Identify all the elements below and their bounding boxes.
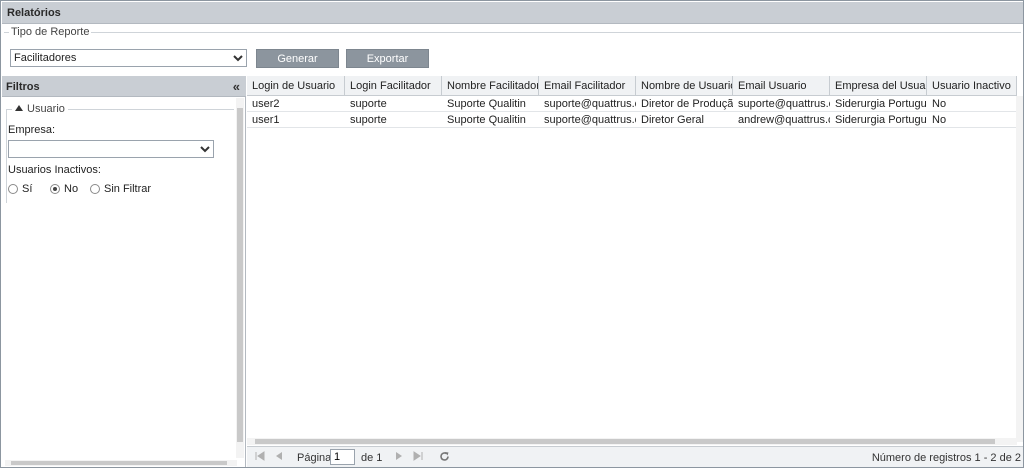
pager: Página de 1 Número de registros 1 - 2 de… (247, 446, 1023, 467)
report-type-value: Facilitadores (14, 52, 77, 64)
column-header[interactable]: Nombre Facilitador (442, 76, 539, 96)
radio-no-label: No (64, 183, 79, 195)
column-header[interactable]: Usuario Inactivo (927, 76, 1017, 96)
scrollbar-thumb[interactable] (237, 108, 243, 442)
column-header[interactable]: Login Facilitador (345, 76, 442, 96)
group-border (6, 109, 7, 203)
collapse-icon[interactable]: « (233, 79, 240, 94)
column-header[interactable]: Nombre de Usuario (636, 76, 733, 96)
table-cell: Suporte Qualitin (447, 98, 526, 110)
table-cell: suporte@quattrus.c... (544, 114, 636, 126)
table-cell: suporte (350, 114, 387, 126)
last-page-icon[interactable] (413, 451, 423, 464)
radio-no[interactable]: No (50, 183, 78, 195)
page-count-label: de 1 (361, 452, 383, 464)
next-page-icon[interactable] (395, 451, 403, 464)
column-header[interactable]: Login de Usuario (247, 76, 345, 96)
radio-sin-filtrar-label: Sin Filtrar (104, 183, 152, 195)
report-window: Relatórios Tipo de Reporte Facilitadores… (0, 0, 1024, 468)
radio-si[interactable]: Sí (8, 183, 32, 195)
page-label: Página (297, 452, 332, 464)
first-page-icon[interactable] (255, 451, 265, 464)
table-cell: andrew@quattrus.c... (738, 114, 830, 126)
prev-page-icon[interactable] (275, 451, 283, 464)
radio-si-label: Sí (22, 183, 33, 195)
page-number-input[interactable] (330, 449, 355, 465)
column-header[interactable]: Email Facilitador (539, 76, 636, 96)
grid-vertical-scrollbar[interactable] (1016, 96, 1023, 442)
triangle-up-icon (15, 105, 23, 111)
filters-header: Filtros « (2, 76, 246, 97)
window-title: Relatórios (7, 7, 61, 19)
chevron-down-icon[interactable] (197, 141, 213, 157)
filters-panel: Filtros « Usuario Empresa: Usuarios Inac… (2, 76, 246, 467)
export-button[interactable]: Exportar (346, 49, 429, 68)
title-bar: Relatórios (2, 2, 1023, 24)
filters-horizontal-scrollbar[interactable] (5, 460, 237, 466)
table-cell: No (932, 114, 947, 126)
filters-title: Filtros (6, 81, 40, 93)
report-type-select[interactable]: Facilitadores (10, 49, 247, 67)
scrollbar-thumb[interactable] (11, 461, 227, 465)
table-cell: Diretor Geral (641, 114, 704, 126)
filters-vertical-scrollbar[interactable] (236, 98, 244, 458)
refresh-icon[interactable] (439, 451, 450, 465)
table-row[interactable]: user1 suporte Suporte Qualitin suporte@q… (247, 112, 1017, 128)
table-cell: suporte@quattrus.c... (738, 98, 830, 110)
table-cell: user1 (252, 114, 280, 126)
records-count: Número de registros 1 - 2 de 2 (871, 452, 1021, 464)
empresa-select[interactable] (8, 140, 214, 158)
empresa-label: Empresa: (8, 124, 56, 136)
table-cell: Suporte Qualitin (447, 114, 526, 126)
table-cell: Diretor de Produção (641, 98, 733, 110)
table-cell: suporte (350, 98, 387, 110)
results-grid: Login de Usuario Login Facilitador Nombr… (247, 76, 1023, 467)
table-cell: Siderurgia Português (835, 98, 927, 110)
table-cell: suporte@quattrus.c... (544, 98, 636, 110)
inactive-users-label: Usuarios Inactivos: (8, 164, 101, 176)
generate-button[interactable]: Generar (256, 49, 339, 68)
grid-header: Login de Usuario Login Facilitador Nombr… (247, 76, 1017, 96)
scrollbar-thumb[interactable] (255, 439, 995, 444)
radio-circle-icon[interactable] (50, 184, 60, 194)
usuario-group-label: Usuario (27, 103, 65, 115)
column-header[interactable]: Email Usuario (733, 76, 830, 96)
radio-circle-icon[interactable] (90, 184, 100, 194)
table-cell: Siderurgia Português (835, 114, 927, 126)
table-row[interactable]: user2 suporte Suporte Qualitin suporte@q… (247, 96, 1017, 112)
radio-circle-icon[interactable] (8, 184, 18, 194)
usuario-group-toggle[interactable]: Usuario (12, 103, 68, 115)
column-header[interactable]: Empresa del Usuario (830, 76, 927, 96)
chevron-down-icon[interactable] (230, 50, 246, 66)
table-cell: user2 (252, 98, 280, 110)
radio-sin-filtrar[interactable]: Sin Filtrar (90, 183, 151, 195)
grid-horizontal-scrollbar[interactable] (247, 438, 1017, 445)
table-cell: No (932, 98, 947, 110)
report-type-legend: Tipo de Reporte (9, 26, 92, 38)
